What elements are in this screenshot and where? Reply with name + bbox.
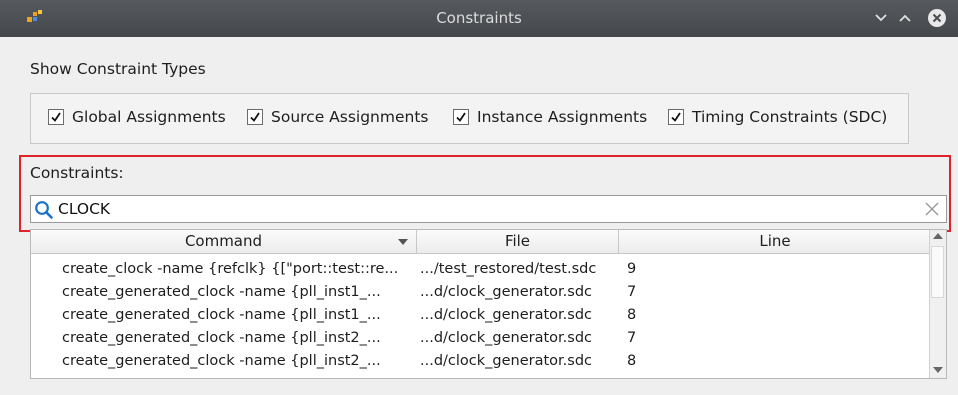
table-row[interactable]: create_generated_clock -name {pll_inst2_… [31, 350, 931, 373]
column-header-label: File [504, 232, 531, 250]
line-cell: 7 [627, 284, 637, 300]
vertical-scrollbar[interactable] [929, 230, 946, 378]
close-button[interactable] [926, 7, 948, 29]
chevron-down-icon [875, 14, 887, 22]
search-icon [35, 201, 53, 219]
title-bar: Constraints [0, 0, 958, 37]
constraints-table: Command File Line create_clock -name {re… [30, 229, 947, 379]
file-cell: .../test_restored/test.sdc [420, 261, 597, 277]
command-cell: create_generated_clock -name {pll_inst1_… [62, 307, 381, 323]
file-cell: ...d/clock_generator.sdc [420, 284, 593, 300]
table-row[interactable]: create_generated_clock -name {pll_inst2_… [31, 327, 931, 350]
minimize-button[interactable] [870, 7, 892, 29]
table-row[interactable]: create_clock -name {refclk} {["port::tes… [31, 258, 931, 281]
checkbox-label: Global Assignments [72, 108, 226, 126]
clear-icon[interactable] [924, 201, 940, 217]
file-cell: ...d/clock_generator.sdc [420, 353, 593, 369]
table-header: Command File Line [31, 230, 931, 254]
checkbox-box[interactable] [48, 109, 64, 125]
line-cell: 7 [627, 330, 637, 346]
command-cell: create_generated_clock -name {pll_inst2_… [62, 353, 381, 369]
chevron-up-icon [899, 14, 911, 22]
column-header-label: Command [184, 232, 263, 250]
checkmark-icon [456, 112, 466, 122]
close-icon [928, 9, 946, 27]
scroll-down-icon[interactable] [933, 367, 943, 373]
constraint-types-group: Global Assignments Source Assignments In… [30, 93, 909, 144]
instance-assignments-checkbox[interactable]: Instance Assignments [453, 108, 647, 126]
checkbox-label: Instance Assignments [477, 108, 648, 126]
command-cell: create_generated_clock -name {pll_inst2_… [62, 330, 381, 346]
table-row[interactable]: create_generated_clock -name {pll_inst1_… [31, 281, 931, 304]
table-row[interactable]: create_generated_clock -name {pll_inst1_… [31, 304, 931, 327]
column-header-line[interactable]: Line [619, 230, 931, 253]
file-cell: ...d/clock_generator.sdc [420, 330, 593, 346]
scrollbar-thumb[interactable] [931, 246, 944, 298]
line-cell: 8 [627, 307, 637, 323]
column-header-file[interactable]: File [417, 230, 619, 253]
file-cell: ...d/clock_generator.sdc [420, 307, 593, 323]
maximize-button[interactable] [894, 7, 916, 29]
command-cell: create_clock -name {refclk} {["port::tes… [62, 261, 399, 277]
timing-constraints-checkbox[interactable]: Timing Constraints (SDC) [668, 108, 887, 126]
checkbox-label: Source Assignments [271, 108, 429, 126]
window-title: Constraints [436, 9, 522, 27]
line-cell: 9 [627, 261, 637, 277]
constraints-label: Constraints: [30, 164, 124, 182]
column-header-label: Line [759, 232, 791, 250]
checkbox-box[interactable] [453, 109, 469, 125]
line-cell: 8 [627, 353, 637, 369]
checkbox-box[interactable] [668, 109, 684, 125]
scroll-up-icon[interactable] [933, 233, 943, 239]
sort-down-icon [398, 239, 408, 245]
checkbox-label: Timing Constraints (SDC) [692, 108, 888, 126]
checkmark-icon [250, 112, 260, 122]
search-value: CLOCK [58, 200, 111, 218]
global-assignments-checkbox[interactable]: Global Assignments [48, 108, 226, 126]
checkmark-icon [51, 112, 61, 122]
command-cell: create_generated_clock -name {pll_inst1_… [62, 284, 381, 300]
column-header-command[interactable]: Command [31, 230, 417, 253]
search-input[interactable]: CLOCK [30, 195, 947, 223]
checkmark-icon [671, 112, 681, 122]
show-types-label: Show Constraint Types [30, 60, 206, 78]
source-assignments-checkbox[interactable]: Source Assignments [247, 108, 429, 126]
checkbox-box[interactable] [247, 109, 263, 125]
